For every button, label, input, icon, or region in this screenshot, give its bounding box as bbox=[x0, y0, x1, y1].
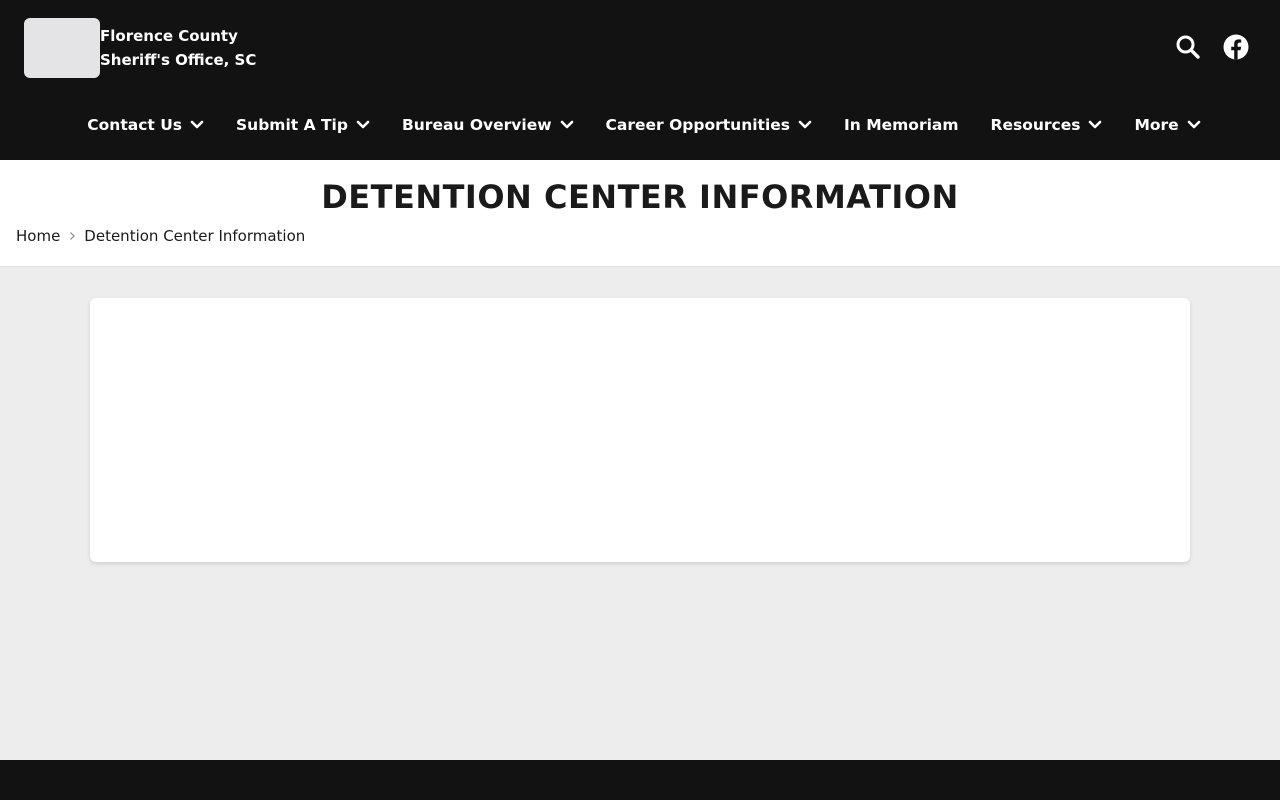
nav-item-more[interactable]: More bbox=[1134, 116, 1201, 134]
breadcrumb-home-link[interactable]: Home bbox=[16, 227, 60, 245]
chevron-right-icon bbox=[70, 232, 76, 240]
site-footer bbox=[0, 760, 1280, 800]
chevron-down-icon bbox=[798, 120, 812, 129]
nav-item-contact-us[interactable]: Contact Us bbox=[87, 116, 204, 134]
site-logo[interactable] bbox=[24, 18, 100, 78]
nav-item-label: Career Opportunities bbox=[605, 116, 791, 134]
chevron-down-icon bbox=[1089, 120, 1102, 129]
nav-item-label: More bbox=[1134, 116, 1179, 134]
nav-item-label: In Memoriam bbox=[844, 116, 959, 134]
site-name[interactable]: Florence County Sheriff's Office, SC bbox=[100, 24, 256, 72]
search-icon[interactable] bbox=[1174, 33, 1202, 61]
nav-item-career-opportunities[interactable]: Career Opportunities bbox=[606, 116, 812, 134]
site-name-line-1: Florence County bbox=[100, 27, 238, 45]
breadcrumb: Home Detention Center Information bbox=[16, 227, 305, 245]
nav-item-label: Submit A Tip bbox=[236, 116, 348, 134]
breadcrumb-current: Detention Center Information bbox=[84, 227, 306, 245]
chevron-down-icon bbox=[1187, 120, 1201, 129]
main-nav: Contact Us Submit A Tip Bureau Overview … bbox=[0, 108, 1280, 142]
facebook-icon[interactable] bbox=[1222, 33, 1250, 61]
nav-item-in-memoriam[interactable]: In Memoriam bbox=[844, 116, 959, 134]
chevron-down-icon bbox=[190, 120, 204, 129]
nav-item-label: Contact Us bbox=[87, 116, 183, 134]
site-name-line-2: Sheriff's Office, SC bbox=[100, 51, 257, 69]
page-title: DETENTION CENTER INFORMATION bbox=[321, 178, 959, 216]
nav-item-bureau-overview[interactable]: Bureau Overview bbox=[402, 116, 574, 134]
nav-item-submit-a-tip[interactable]: Submit A Tip bbox=[236, 116, 370, 134]
site-header: Florence County Sheriff's Office, SC Con… bbox=[0, 0, 1280, 160]
nav-item-label: Bureau Overview bbox=[401, 116, 552, 134]
content-card bbox=[90, 298, 1190, 562]
chevron-down-icon bbox=[560, 120, 573, 129]
chevron-down-icon bbox=[356, 120, 370, 129]
page-title-band: DETENTION CENTER INFORMATION Home Detent… bbox=[0, 160, 1280, 267]
nav-item-label: Resources bbox=[990, 116, 1081, 134]
nav-item-resources[interactable]: Resources bbox=[991, 116, 1103, 134]
